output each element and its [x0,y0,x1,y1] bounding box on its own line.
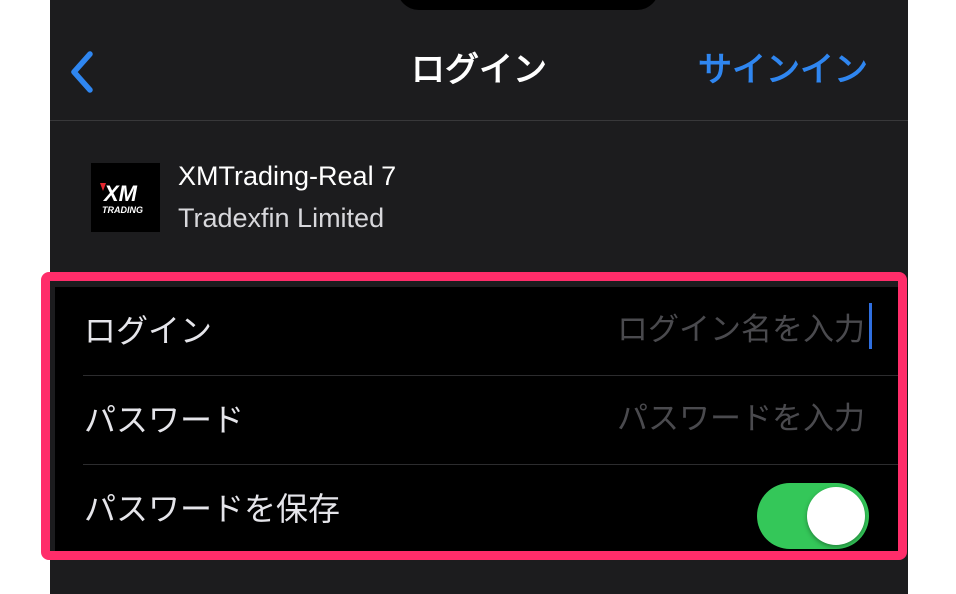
navigation-bar: ログイン サインイン [50,0,908,121]
xm-trading-logo: XM TRADING [91,163,160,232]
save-password-row: パスワードを保存 [55,465,903,554]
toggle-knob [807,487,865,545]
login-input[interactable] [565,307,865,353]
sign-in-button[interactable]: サインイン [698,48,868,92]
password-label: パスワード [84,401,245,439]
save-password-label: パスワードを保存 [84,490,341,528]
server-info: XM TRADING XMTrading-Real 7 Tradexfin Li… [50,121,908,271]
server-name: XMTrading-Real 7 [178,161,397,191]
server-company: Tradexfin Limited [178,203,385,233]
login-form: ログイン パスワード パスワードを保存 [55,287,903,554]
logo-text: XM [102,181,138,206]
login-label: ログイン [84,312,213,350]
logo-subtext: TRADING [102,205,143,215]
phone-screen: ログイン サインイン XM TRADING XMTrading-Real 7 T… [50,0,908,594]
login-row: ログイン [55,287,903,376]
password-input[interactable] [565,396,865,442]
save-password-toggle[interactable] [757,483,869,549]
text-caret [869,303,872,349]
password-row: パスワード [55,376,903,465]
